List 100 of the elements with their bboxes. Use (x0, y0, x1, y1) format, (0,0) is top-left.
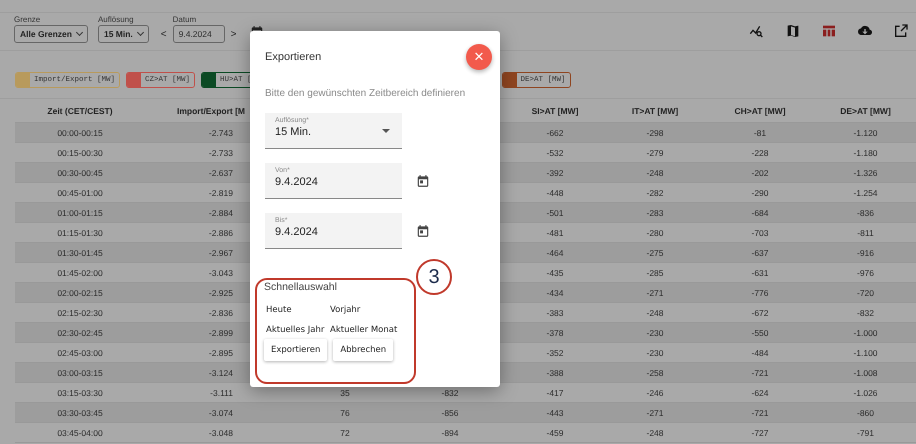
table-cell: -501 (546, 208, 564, 218)
quick-select-option[interactable]: Heute (264, 303, 328, 317)
table-cell: -2.899 (208, 328, 233, 338)
table-cell: -3.048 (208, 428, 233, 438)
table-cell: -285 (646, 268, 664, 278)
table-cell: 02:30-02:45 (57, 328, 103, 338)
table-cell: -631 (751, 268, 768, 278)
table-cell: -248 (646, 308, 664, 318)
table-cell: -832 (441, 388, 458, 398)
table-cell: 03:30-03:45 (57, 408, 103, 418)
table-cell: -976 (856, 268, 874, 278)
table-cell: -228 (751, 148, 768, 158)
table-cell: 02:15-02:30 (57, 308, 103, 318)
calendar-icon[interactable] (416, 174, 430, 188)
quick-select-option[interactable]: Aktueller Monat (328, 323, 418, 337)
table-cell: 02:45-03:00 (57, 348, 103, 358)
table-cell: 01:00-01:15 (57, 208, 103, 218)
column-header: DE>AT [MW] (840, 106, 891, 116)
table-cell: -662 (546, 128, 564, 138)
table-cell: -2.925 (208, 288, 233, 298)
table-cell: 01:30-01:45 (57, 248, 103, 258)
map-icon[interactable] (785, 23, 801, 39)
filter-label: Grenze (14, 15, 42, 25)
column-header: Zeit (CET/CEST) (47, 106, 113, 116)
table-cell: -1.008 (853, 368, 878, 378)
table-cell: -860 (856, 408, 874, 418)
table-cell: -280 (646, 228, 664, 238)
table-cell: -721 (751, 368, 768, 378)
column-header: SI>AT [MW] (532, 106, 578, 116)
next-button[interactable]: > (228, 29, 238, 43)
date-label: Datum (172, 15, 198, 25)
table-cell: -703 (751, 228, 768, 238)
table-cell: -2.637 (208, 168, 233, 178)
table-cell: -1.254 (853, 188, 878, 198)
table-cell: 03:45-04:00 (57, 428, 103, 438)
table-cell: -283 (646, 208, 664, 218)
table-cell: -378 (546, 328, 564, 338)
table-cell: -791 (856, 428, 874, 438)
table-cell: -484 (751, 348, 768, 358)
table-cell: -2.743 (208, 128, 233, 138)
filter-select[interactable]: 15 Min. (98, 25, 149, 43)
date-field[interactable]: 9.4.2024 (172, 25, 225, 43)
table-cell: -3.074 (208, 408, 233, 418)
table-cell: 03:00-03:15 (57, 368, 103, 378)
table-cell: -550 (751, 328, 768, 338)
dialog-title: Exportieren (265, 51, 322, 63)
table-cell: -275 (646, 248, 664, 258)
filter-select[interactable]: Alle Grenzen (14, 25, 88, 43)
table-cell: -246 (646, 388, 664, 398)
table-cell: -2.884 (208, 208, 233, 218)
quick-select-option[interactable]: Vorjahr (328, 303, 418, 317)
table-cell: -637 (751, 248, 768, 258)
table-cell: -2.819 (208, 188, 233, 198)
table-cell: -2.733 (208, 148, 233, 158)
table-cell: -3.111 (210, 388, 233, 398)
table-cell: -248 (646, 428, 664, 438)
external-link-icon[interactable] (893, 23, 909, 39)
table-cell: -1.180 (853, 148, 878, 158)
table-cell: 35 (340, 388, 350, 398)
table-cell: -776 (751, 288, 768, 298)
table-cell: -2.836 (208, 308, 233, 318)
table-cell: -1.120 (853, 128, 878, 138)
table-cell: -383 (546, 308, 564, 318)
table-cell: -2.895 (208, 348, 233, 358)
column-header: CH>AT [MW] (734, 106, 786, 116)
section-title: Schnellauswahl (264, 281, 338, 293)
table-cell: -1.026 (853, 388, 878, 398)
table-cell: -248 (646, 168, 664, 178)
table-cell: -230 (646, 328, 664, 338)
table-cell: 72 (340, 428, 350, 438)
table-cell: -624 (751, 388, 768, 398)
table-cell: 00:45-01:00 (57, 188, 103, 198)
column-header: Import/Export [M (177, 106, 245, 116)
table-cell: -836 (856, 208, 874, 218)
table-cell: -417 (546, 388, 564, 398)
table-cell: -435 (546, 268, 564, 278)
table-cell: -271 (646, 288, 664, 298)
table-cell: -290 (751, 188, 768, 198)
table-cell: -727 (751, 428, 768, 438)
table-cell: -672 (751, 308, 768, 318)
table-cell: -1.100 (853, 348, 878, 358)
dialog-button[interactable]: Abbrechen (333, 339, 394, 361)
table-cell: -230 (646, 348, 664, 358)
dialog-button[interactable]: Exportieren (264, 339, 328, 361)
quick-select-option[interactable]: Aktuelles Jahr (264, 323, 328, 337)
table-cell: 00:30-00:45 (57, 168, 103, 178)
table-cell: -202 (751, 168, 768, 178)
table-cell: -443 (546, 408, 564, 418)
previous-button[interactable]: < (158, 29, 169, 43)
table-cell: 02:00-02:15 (57, 288, 103, 298)
column-header: IT>AT [MW] (632, 106, 678, 116)
calendar-icon[interactable] (416, 224, 430, 238)
chart-search-icon[interactable] (749, 23, 765, 39)
dialog-subtitle: Bitte den gewünschten Zeitbereich definieren (265, 88, 466, 99)
table-cell: -1.000 (853, 328, 878, 338)
table-cell: -388 (546, 368, 564, 378)
table-cell: -2.886 (208, 228, 233, 238)
table-cell: -434 (546, 288, 564, 298)
table-cell: -282 (646, 188, 664, 198)
table-icon[interactable] (821, 23, 837, 39)
